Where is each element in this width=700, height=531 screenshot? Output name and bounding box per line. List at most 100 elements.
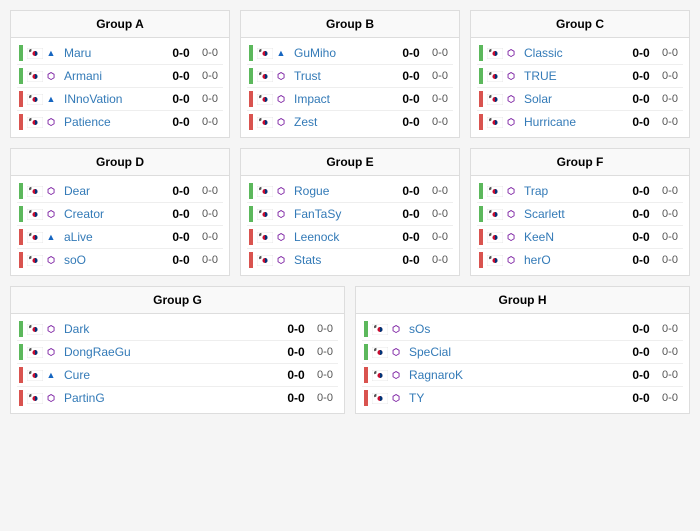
- rank-indicator: [249, 114, 253, 130]
- player-flags: ⬡: [487, 254, 520, 266]
- rank-indicator: [364, 321, 368, 337]
- player-name[interactable]: Stats: [294, 253, 391, 267]
- player-flags: ▲: [27, 231, 60, 243]
- player-row: ⬡ Impact 0-0 0-0: [247, 88, 453, 111]
- player-name[interactable]: Scarlett: [524, 207, 621, 221]
- score-set: 0-0: [627, 69, 655, 83]
- player-row: ⬡ Creator 0-0 0-0: [17, 203, 223, 226]
- player-name[interactable]: Dark: [64, 322, 276, 336]
- player-name[interactable]: Trap: [524, 184, 621, 198]
- score-set: 0-0: [627, 184, 655, 198]
- rank-indicator: [19, 68, 23, 84]
- player-name[interactable]: TY: [409, 391, 621, 405]
- group-title: Group C: [471, 11, 689, 38]
- player-row: ▲ aLive 0-0 0-0: [17, 226, 223, 249]
- score-map: 0-0: [199, 254, 221, 266]
- score-set: 0-0: [627, 115, 655, 129]
- player-name[interactable]: GuMiho: [294, 46, 391, 60]
- player-row: ⬡ PartinG 0-0 0-0: [17, 387, 338, 409]
- score-set: 0-0: [167, 69, 195, 83]
- player-name[interactable]: SpeCial: [409, 345, 621, 359]
- player-name[interactable]: DongRaeGu: [64, 345, 276, 359]
- group-body: ⬡ Rogue 0-0 0-0 ⬡ FanTaSy 0-0 0-0: [241, 176, 459, 275]
- score-set: 0-0: [167, 230, 195, 244]
- score-set: 0-0: [167, 92, 195, 106]
- rank-indicator: [364, 344, 368, 360]
- player-name[interactable]: Classic: [524, 46, 621, 60]
- player-name[interactable]: PartinG: [64, 391, 276, 405]
- player-name[interactable]: Cure: [64, 368, 276, 382]
- player-name[interactable]: Armani: [64, 69, 161, 83]
- player-flags: ⬡: [487, 93, 520, 105]
- player-name[interactable]: Maru: [64, 46, 161, 60]
- player-row: ▲ GuMiho 0-0 0-0: [247, 42, 453, 65]
- player-flags: ⬡: [257, 208, 290, 220]
- player-name[interactable]: TRUE: [524, 69, 621, 83]
- player-flags: ⬡: [487, 47, 520, 59]
- player-flags: ⬡: [27, 70, 60, 82]
- player-row: ▲ Cure 0-0 0-0: [17, 364, 338, 387]
- rank-indicator: [19, 390, 23, 406]
- player-row: ⬡ TRUE 0-0 0-0: [477, 65, 683, 88]
- player-name[interactable]: Trust: [294, 69, 391, 83]
- group-a: Group A ▲ Maru 0-0 0-0: [10, 10, 230, 138]
- player-name[interactable]: Dear: [64, 184, 161, 198]
- player-name[interactable]: RagnaroK: [409, 368, 621, 382]
- group-title: Group F: [471, 149, 689, 176]
- player-name[interactable]: herO: [524, 253, 621, 267]
- player-name[interactable]: Rogue: [294, 184, 391, 198]
- player-name[interactable]: Impact: [294, 92, 391, 106]
- rank-indicator: [364, 390, 368, 406]
- group-h: Group H ⬡ sOs 0-0 0-0: [355, 286, 690, 414]
- player-flags: ⬡: [257, 93, 290, 105]
- player-row: ⬡ Leenock 0-0 0-0: [247, 226, 453, 249]
- player-name[interactable]: INnoVation: [64, 92, 161, 106]
- rank-indicator: [479, 229, 483, 245]
- player-name[interactable]: aLive: [64, 230, 161, 244]
- score-map: 0-0: [314, 323, 336, 335]
- rank-indicator: [479, 114, 483, 130]
- player-row: ⬡ Stats 0-0 0-0: [247, 249, 453, 271]
- group-title: Group E: [241, 149, 459, 176]
- score-set: 0-0: [282, 345, 310, 359]
- player-name[interactable]: Creator: [64, 207, 161, 221]
- player-flags: ▲: [27, 93, 60, 105]
- rank-indicator: [249, 68, 253, 84]
- score-map: 0-0: [659, 254, 681, 266]
- rank-indicator: [249, 183, 253, 199]
- score-map: 0-0: [314, 346, 336, 358]
- player-name[interactable]: KeeN: [524, 230, 621, 244]
- rank-indicator: [364, 367, 368, 383]
- rank-indicator: [19, 183, 23, 199]
- rank-indicator: [19, 344, 23, 360]
- player-name[interactable]: Zest: [294, 115, 391, 129]
- player-flags: ▲: [27, 369, 60, 381]
- score-set: 0-0: [397, 207, 425, 221]
- player-flags: ⬡: [487, 116, 520, 128]
- player-row: ⬡ Scarlett 0-0 0-0: [477, 203, 683, 226]
- score-set: 0-0: [282, 391, 310, 405]
- score-set: 0-0: [397, 253, 425, 267]
- player-name[interactable]: Leenock: [294, 230, 391, 244]
- score-set: 0-0: [627, 391, 655, 405]
- player-flags: ⬡: [257, 70, 290, 82]
- rank-indicator: [19, 229, 23, 245]
- player-row: ⬡ sOs 0-0 0-0: [362, 318, 683, 341]
- player-row: ⬡ KeeN 0-0 0-0: [477, 226, 683, 249]
- rank-indicator: [19, 206, 23, 222]
- player-name[interactable]: Solar: [524, 92, 621, 106]
- player-name[interactable]: Hurricane: [524, 115, 621, 129]
- score-set: 0-0: [282, 322, 310, 336]
- player-name[interactable]: FanTaSy: [294, 207, 391, 221]
- group-g: Group G ⬡ Dark 0-0 0-0: [10, 286, 345, 414]
- rank-indicator: [249, 206, 253, 222]
- score-set: 0-0: [397, 230, 425, 244]
- player-name[interactable]: soO: [64, 253, 161, 267]
- player-name[interactable]: Patience: [64, 115, 161, 129]
- score-map: 0-0: [659, 323, 681, 335]
- player-name[interactable]: sOs: [409, 322, 621, 336]
- score-set: 0-0: [397, 92, 425, 106]
- player-row: ▲ INnoVation 0-0 0-0: [17, 88, 223, 111]
- score-map: 0-0: [429, 70, 451, 82]
- rank-indicator: [19, 321, 23, 337]
